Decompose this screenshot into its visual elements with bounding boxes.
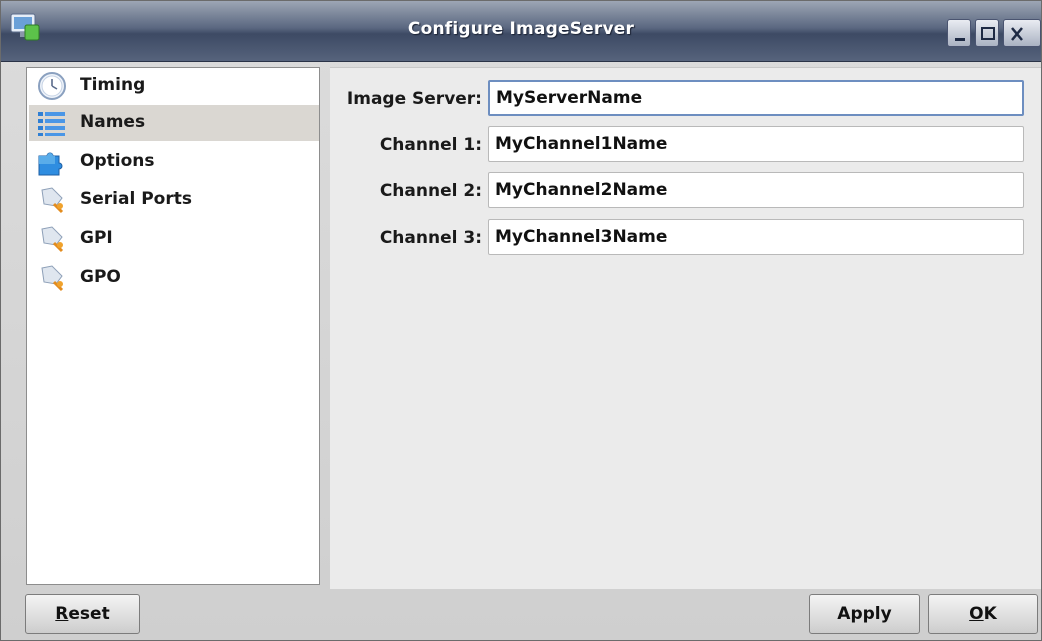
sidebar-item-label: Timing: [80, 75, 146, 95]
maximize-icon: [981, 27, 995, 40]
minimize-icon: [955, 38, 965, 41]
sidebar-item-gpi[interactable]: GPI: [29, 221, 319, 257]
ok-label: K: [983, 604, 997, 624]
sidebar-item-timing[interactable]: Timing: [29, 68, 319, 104]
image-server-label: Image Server:: [346, 89, 482, 109]
maximize-button[interactable]: [975, 19, 999, 47]
channel-2-label: Channel 2:: [379, 181, 482, 201]
channel-1-label: Channel 1:: [379, 135, 482, 155]
sidebar-item-names[interactable]: Names: [29, 105, 319, 141]
channel-1-input[interactable]: [488, 126, 1024, 162]
reset-mnemonic: R: [55, 604, 69, 624]
channel-3-label: Channel 3:: [379, 228, 482, 248]
channel-2-input[interactable]: [488, 172, 1024, 208]
sidebar-item-label: GPO: [80, 267, 121, 287]
channel-3-input[interactable]: [488, 219, 1024, 255]
close-button[interactable]: [1003, 19, 1041, 47]
names-panel: Image Server: Channel 1: Channel 2: Chan…: [330, 67, 1041, 589]
sidebar-item-label: GPI: [80, 228, 113, 248]
window-title: Configure ImageServer: [407, 19, 635, 39]
clock-icon: [38, 72, 66, 100]
apply-button[interactable]: Apply: [809, 594, 920, 634]
close-icon: [1011, 27, 1023, 41]
plug-icon: [41, 265, 64, 292]
reset-button[interactable]: Reset: [25, 594, 140, 634]
reset-label: eset: [68, 604, 110, 624]
ok-mnemonic: O: [969, 604, 984, 624]
image-server-input[interactable]: [488, 80, 1024, 116]
minimize-button[interactable]: [947, 19, 971, 47]
configure-dialog: Configure ImageServer Timing Names Optio…: [0, 0, 1042, 641]
ok-button[interactable]: OK: [928, 594, 1038, 634]
list-icon: [38, 112, 65, 136]
sidebar-item-label: Options: [80, 151, 155, 171]
sidebar-item-gpo[interactable]: GPO: [29, 260, 319, 296]
category-list: Timing Names Options Serial Ports GPI GP…: [26, 67, 320, 585]
plug-icon: [41, 226, 64, 253]
sidebar-item-serial-ports[interactable]: Serial Ports: [29, 182, 319, 218]
sidebar-item-label: Names: [80, 112, 146, 132]
plug-icon: [41, 187, 64, 214]
title-bar[interactable]: Configure ImageServer: [1, 1, 1041, 62]
sidebar-item-options[interactable]: Options: [29, 144, 319, 180]
puzzle-icon: [38, 152, 63, 176]
apply-label: Apply: [837, 604, 892, 624]
sidebar-item-label: Serial Ports: [80, 189, 192, 209]
